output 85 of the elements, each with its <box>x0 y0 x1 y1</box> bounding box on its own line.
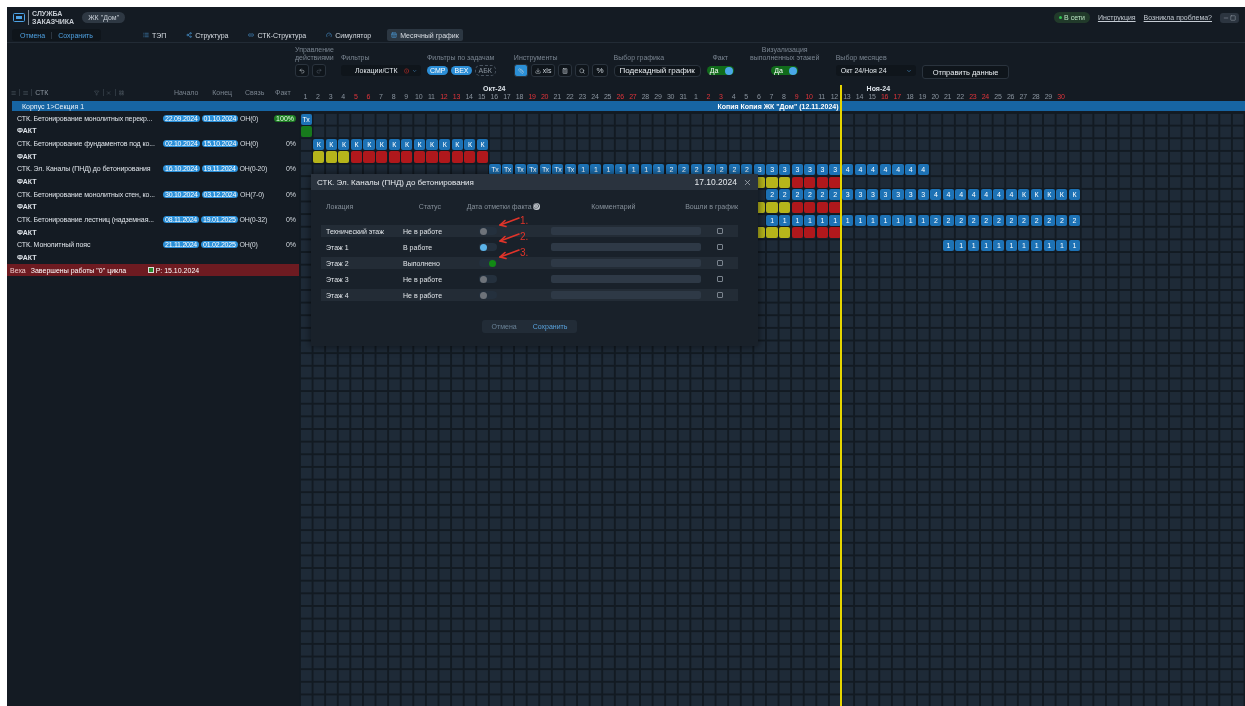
fact-cell[interactable] <box>804 176 816 188</box>
redo-icon <box>316 67 322 74</box>
fact-cell[interactable] <box>779 227 791 239</box>
fact-cell[interactable] <box>829 202 841 214</box>
annotation-arrow <box>498 248 520 260</box>
schedule-checkbox[interactable] <box>716 228 723 234</box>
fact-cell[interactable] <box>313 151 325 163</box>
fact-cell[interactable] <box>439 151 451 163</box>
annotation-number: 1. <box>520 216 529 226</box>
minimize-icon[interactable] <box>1223 14 1229 21</box>
link-icon <box>248 32 255 38</box>
fact-cell[interactable] <box>350 151 362 163</box>
fact-cell[interactable] <box>779 176 791 188</box>
fact-cell[interactable] <box>804 227 816 239</box>
fact-cell[interactable] <box>338 151 350 163</box>
download-icon <box>534 67 541 74</box>
fact-cell[interactable] <box>816 176 828 188</box>
fact-cell[interactable] <box>816 202 828 214</box>
fact-cell[interactable] <box>464 151 476 163</box>
fact-cell[interactable] <box>816 227 828 239</box>
fact-cell[interactable] <box>766 176 778 188</box>
search-icon <box>579 67 586 74</box>
milestone-icon <box>147 267 154 273</box>
list-icon <box>142 32 149 38</box>
status-toggle[interactable] <box>479 243 497 251</box>
gauge-icon <box>326 32 333 38</box>
status-toggle[interactable] <box>479 275 497 283</box>
tool-button[interactable] <box>575 64 590 77</box>
fact-cell[interactable] <box>779 202 791 214</box>
redo-button[interactable] <box>312 64 326 77</box>
tool-button[interactable] <box>558 64 573 77</box>
logo-icon <box>13 13 25 22</box>
tool-button[interactable]: % <box>592 64 608 77</box>
calculator-icon <box>562 67 569 74</box>
fact-cell[interactable] <box>300 126 312 138</box>
annotation-arrow <box>498 232 520 244</box>
undo-icon <box>299 67 305 74</box>
fact-cell[interactable] <box>376 151 388 163</box>
dialog-date: 17.10.2024 <box>694 177 737 187</box>
fact-cell[interactable] <box>804 202 816 214</box>
share-icon <box>186 32 193 38</box>
schedule-checkbox[interactable] <box>716 244 723 250</box>
fact-cell[interactable] <box>791 202 803 214</box>
status-toggle[interactable] <box>479 291 497 299</box>
fact-cell[interactable] <box>829 227 841 239</box>
filter-icon[interactable] <box>94 89 100 96</box>
caret-icon <box>411 67 417 74</box>
comment-field[interactable] <box>551 275 701 283</box>
calendar-icon <box>391 32 398 38</box>
fact-cell[interactable] <box>476 151 488 163</box>
fact-cell[interactable] <box>829 176 841 188</box>
schedule-checkbox[interactable] <box>716 292 723 298</box>
fact-cell[interactable] <box>413 151 425 163</box>
grid-icon[interactable] <box>118 89 124 96</box>
fact-cell[interactable] <box>325 151 337 163</box>
fact-cell[interactable] <box>388 151 400 163</box>
fact-cell[interactable] <box>401 151 413 163</box>
menu-icon[interactable] <box>11 89 17 96</box>
ruler-icon <box>517 67 524 74</box>
annotation-arrow <box>498 216 520 228</box>
annotation-number: 2. <box>520 232 529 242</box>
fact-cell[interactable] <box>766 202 778 214</box>
status-toggle[interactable] <box>479 227 497 235</box>
fact-cell[interactable] <box>363 151 375 163</box>
fact-cell[interactable] <box>426 151 438 163</box>
fact-cell[interactable] <box>766 227 778 239</box>
info-icon[interactable] <box>532 202 540 210</box>
list-icon[interactable] <box>23 89 29 96</box>
warning-icon <box>403 67 409 74</box>
maximize-icon[interactable] <box>1230 14 1236 21</box>
close-button[interactable] <box>743 177 752 187</box>
dialog-title: СТК. Эл. Каналы (ПНД) до бетонирования <box>317 177 475 187</box>
annotation-number: 3. <box>520 248 529 258</box>
undo-button[interactable] <box>295 64 309 77</box>
schedule-field[interactable]: Подекадный график <box>613 64 701 77</box>
caret-icon <box>905 67 912 74</box>
schedule-checkbox[interactable] <box>716 260 723 266</box>
fact-cell[interactable] <box>451 151 463 163</box>
schedule-checkbox[interactable] <box>716 276 723 282</box>
fact-cell[interactable] <box>791 176 803 188</box>
status-toggle[interactable] <box>479 259 497 267</box>
fact-cell[interactable] <box>791 227 803 239</box>
close-icon[interactable] <box>106 89 112 96</box>
comment-field[interactable] <box>551 243 701 251</box>
tool-button[interactable] <box>513 64 528 77</box>
